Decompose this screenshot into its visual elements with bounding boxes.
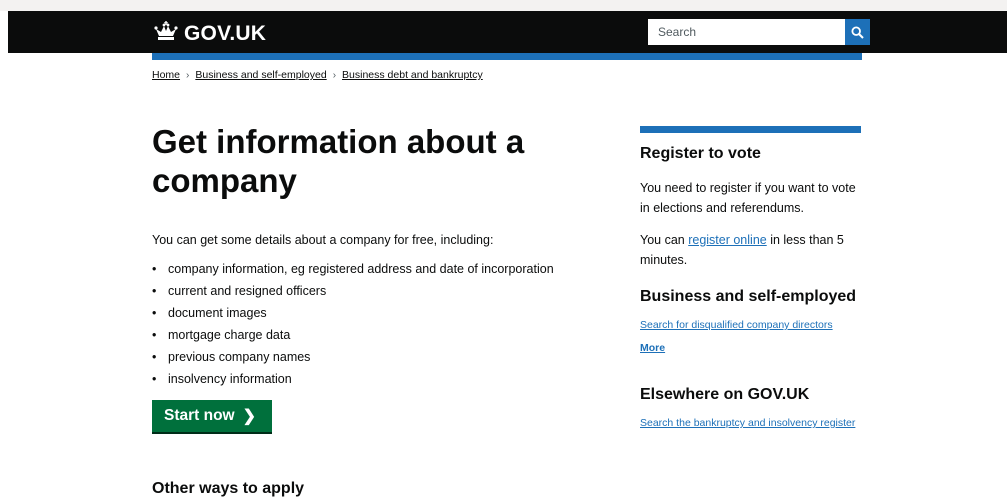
logo-text: GOV.UK: [184, 21, 267, 45]
sidebar-blue-rule: [640, 126, 861, 133]
disqualified-directors-link[interactable]: Search for disqualified company director…: [640, 318, 860, 333]
breadcrumb-business[interactable]: Business and self-employed: [195, 69, 326, 81]
business-heading: Business and self-employed: [640, 288, 857, 305]
list-item: • document images: [152, 306, 267, 320]
bankruptcy-register-link[interactable]: Search the bankruptcy and insolvency reg…: [640, 416, 860, 431]
details-list: • company information, eg registered addr…: [152, 261, 554, 393]
list-item: • current and resigned officers: [152, 284, 327, 298]
chevron-right-icon: ›: [332, 69, 337, 81]
search-icon: [851, 25, 864, 39]
page-title-line-1: Get information about a: [152, 123, 525, 160]
browser-top-strip: [0, 0, 1007, 11]
breadcrumb-home[interactable]: Home: [152, 69, 180, 81]
crown-icon: [152, 21, 184, 46]
page-title: Get information about a company: [152, 122, 602, 200]
header-blue-rule: [152, 53, 862, 60]
search-button[interactable]: [845, 19, 870, 45]
list-item: • company information, eg registered addr…: [152, 262, 554, 276]
list-item: • insolvency information: [152, 372, 292, 386]
other-ways-heading: Other ways to apply: [152, 480, 305, 497]
start-now-label: Start now: [164, 407, 235, 424]
search-input[interactable]: Search: [648, 19, 845, 45]
chevron-right-icon: ›: [186, 69, 190, 81]
chevron-right-icon: ❯: [242, 408, 257, 425]
register-online-text: You can register online in less than 5 m…: [640, 233, 844, 267]
list-item: • previous company names: [152, 350, 311, 364]
register-heading: Register to vote: [640, 145, 761, 162]
breadcrumb: Home › Business and self-employed › Busi…: [152, 69, 483, 81]
register-online-link[interactable]: register online: [688, 233, 767, 247]
more-link[interactable]: More: [640, 342, 665, 354]
elsewhere-heading: Elsewhere on GOV.UK: [640, 386, 810, 403]
start-now-button[interactable]: Start now ❯: [152, 400, 272, 432]
breadcrumb-business-debt[interactable]: Business debt and bankruptcy: [342, 69, 483, 81]
site-header: GOV.UK Search: [8, 11, 1007, 53]
list-item: • mortgage charge data: [152, 328, 291, 342]
page-title-line-2: company: [152, 162, 297, 199]
register-text: You need to register if you want to vote…: [640, 181, 856, 215]
intro-text: You can get some details about a company…: [152, 233, 494, 247]
govuk-logo[interactable]: GOV.UK: [152, 21, 266, 46]
